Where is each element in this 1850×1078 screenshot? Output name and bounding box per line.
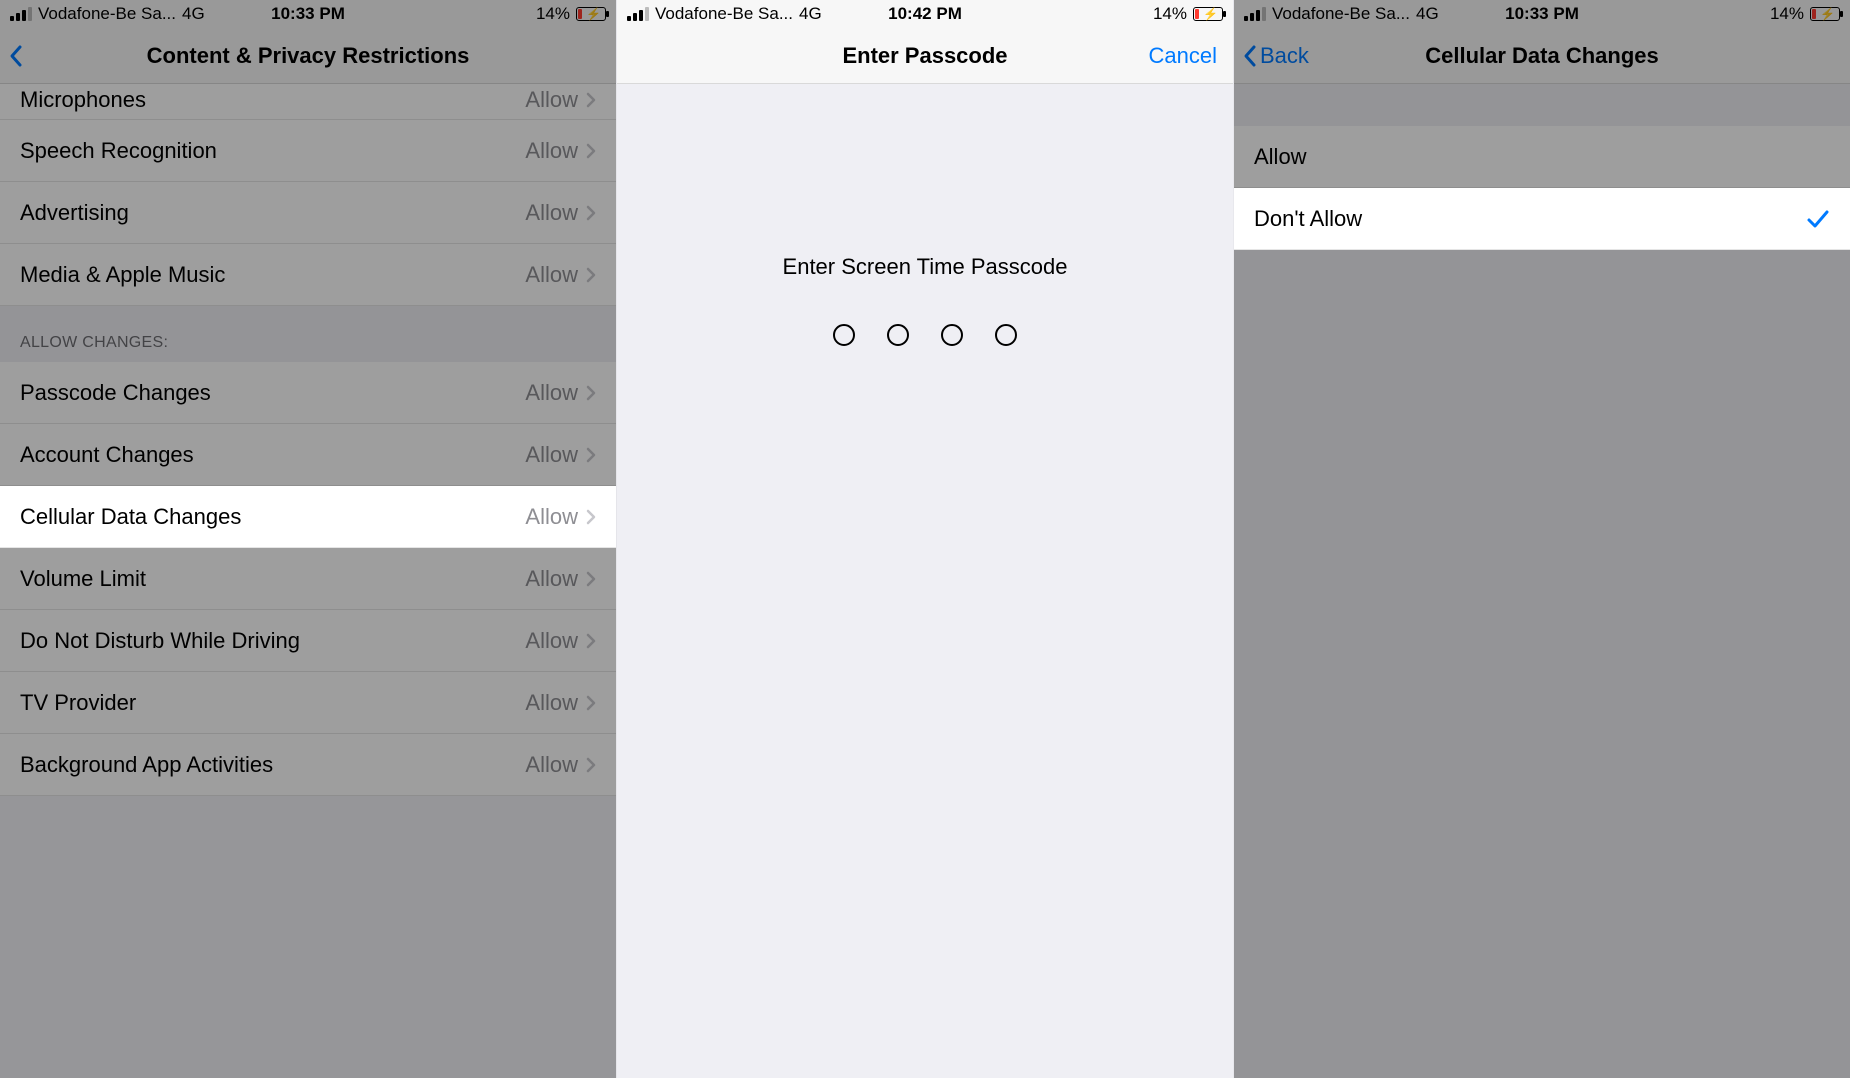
options-list: Allow Don't Allow	[1234, 126, 1850, 250]
carrier-label: Vodafone-Be Sa...	[655, 4, 793, 24]
row-account-changes[interactable]: Account Changes Allow	[0, 424, 616, 486]
battery-percent: 14%	[536, 4, 570, 24]
chevron-right-icon	[586, 509, 596, 525]
row-label: Media & Apple Music	[20, 262, 225, 288]
battery-icon: ⚡	[1193, 7, 1223, 21]
page-title: Enter Passcode	[842, 43, 1007, 69]
screen-content-privacy: Vodafone-Be Sa... 4G 10:33 PM 14% ⚡ Cont…	[0, 0, 616, 1078]
row-value: Allow	[525, 262, 578, 288]
row-value: Allow	[525, 442, 578, 468]
row-value: Allow	[525, 504, 578, 530]
passcode-dot	[941, 324, 963, 346]
chevron-left-icon	[8, 44, 24, 68]
passcode-prompt: Enter Screen Time Passcode	[783, 254, 1068, 280]
section-header-allow-changes: Allow Changes:	[0, 306, 616, 362]
row-value: Allow	[525, 690, 578, 716]
chevron-right-icon	[586, 757, 596, 773]
cancel-button[interactable]: Cancel	[1149, 43, 1217, 69]
option-allow[interactable]: Allow	[1234, 126, 1850, 188]
passcode-dot	[887, 324, 909, 346]
chevron-right-icon	[586, 385, 596, 401]
carrier-label: Vodafone-Be Sa...	[38, 4, 176, 24]
passcode-dot	[995, 324, 1017, 346]
back-label: Back	[1260, 43, 1309, 69]
chevron-right-icon	[586, 695, 596, 711]
option-dont-allow[interactable]: Don't Allow	[1234, 188, 1850, 250]
battery-icon: ⚡	[576, 7, 606, 21]
row-media-apple-music[interactable]: Media & Apple Music Allow	[0, 244, 616, 306]
passcode-dot	[833, 324, 855, 346]
network-label: 4G	[799, 4, 822, 24]
row-background-app-activities[interactable]: Background App Activities Allow	[0, 734, 616, 796]
row-advertising[interactable]: Advertising Allow	[0, 182, 616, 244]
row-label: Background App Activities	[20, 752, 273, 778]
row-label: Passcode Changes	[20, 380, 211, 406]
row-label: Allow	[1254, 144, 1307, 170]
status-time: 10:33 PM	[271, 4, 345, 24]
row-label: Don't Allow	[1254, 206, 1362, 232]
settings-list: Microphones Allow Speech Recognition All…	[0, 84, 616, 796]
empty-area	[1234, 250, 1850, 1078]
row-value: Allow	[525, 752, 578, 778]
row-label: TV Provider	[20, 690, 136, 716]
passcode-dots[interactable]	[833, 324, 1017, 346]
row-label: Account Changes	[20, 442, 194, 468]
status-bar: Vodafone-Be Sa... 4G 10:33 PM 14% ⚡	[0, 0, 616, 28]
chevron-right-icon	[586, 205, 596, 221]
spacer	[1234, 84, 1850, 126]
checkmark-icon	[1806, 209, 1830, 229]
row-label: Microphones	[20, 87, 146, 113]
chevron-right-icon	[586, 143, 596, 159]
row-value: Allow	[525, 200, 578, 226]
status-time: 10:42 PM	[888, 4, 962, 24]
carrier-label: Vodafone-Be Sa...	[1272, 4, 1410, 24]
row-speech-recognition[interactable]: Speech Recognition Allow	[0, 120, 616, 182]
nav-bar: Content & Privacy Restrictions	[0, 28, 616, 84]
signal-icon	[627, 7, 649, 21]
screen-cellular-data-changes: Vodafone-Be Sa... 4G 10:33 PM 14% ⚡ Back…	[1233, 0, 1850, 1078]
signal-icon	[10, 7, 32, 21]
chevron-right-icon	[586, 447, 596, 463]
status-time: 10:33 PM	[1505, 4, 1579, 24]
row-passcode-changes[interactable]: Passcode Changes Allow	[0, 362, 616, 424]
row-value: Allow	[525, 138, 578, 164]
screen-enter-passcode: Vodafone-Be Sa... 4G 10:42 PM 14% ⚡ Ente…	[616, 0, 1233, 1078]
row-tv-provider[interactable]: TV Provider Allow	[0, 672, 616, 734]
battery-icon: ⚡	[1810, 7, 1840, 21]
row-value: Allow	[525, 628, 578, 654]
passcode-body: Enter Screen Time Passcode	[617, 84, 1233, 1078]
chevron-right-icon	[586, 92, 596, 108]
row-value: Allow	[525, 566, 578, 592]
row-volume-limit[interactable]: Volume Limit Allow	[0, 548, 616, 610]
row-label: Cellular Data Changes	[20, 504, 241, 530]
status-bar: Vodafone-Be Sa... 4G 10:42 PM 14% ⚡	[617, 0, 1233, 28]
battery-percent: 14%	[1153, 4, 1187, 24]
row-dnd-while-driving[interactable]: Do Not Disturb While Driving Allow	[0, 610, 616, 672]
row-label: Do Not Disturb While Driving	[20, 628, 300, 654]
row-label: Volume Limit	[20, 566, 146, 592]
network-label: 4G	[1416, 4, 1439, 24]
status-bar: Vodafone-Be Sa... 4G 10:33 PM 14% ⚡	[1234, 0, 1850, 28]
row-microphone[interactable]: Microphones Allow	[0, 84, 616, 120]
row-label: Speech Recognition	[20, 138, 217, 164]
chevron-right-icon	[586, 571, 596, 587]
nav-bar: Back Cellular Data Changes	[1234, 28, 1850, 84]
row-value: Allow	[525, 87, 578, 113]
row-label: Advertising	[20, 200, 129, 226]
chevron-right-icon	[586, 633, 596, 649]
signal-icon	[1244, 7, 1266, 21]
chevron-right-icon	[586, 267, 596, 283]
row-cellular-data-changes[interactable]: Cellular Data Changes Allow	[0, 486, 616, 548]
chevron-left-icon	[1242, 44, 1258, 68]
back-button[interactable]	[8, 44, 24, 68]
network-label: 4G	[182, 4, 205, 24]
page-title: Cellular Data Changes	[1425, 43, 1659, 69]
nav-bar: Enter Passcode Cancel	[617, 28, 1233, 84]
battery-percent: 14%	[1770, 4, 1804, 24]
row-value: Allow	[525, 380, 578, 406]
page-title: Content & Privacy Restrictions	[147, 43, 470, 69]
back-button[interactable]: Back	[1242, 43, 1309, 69]
